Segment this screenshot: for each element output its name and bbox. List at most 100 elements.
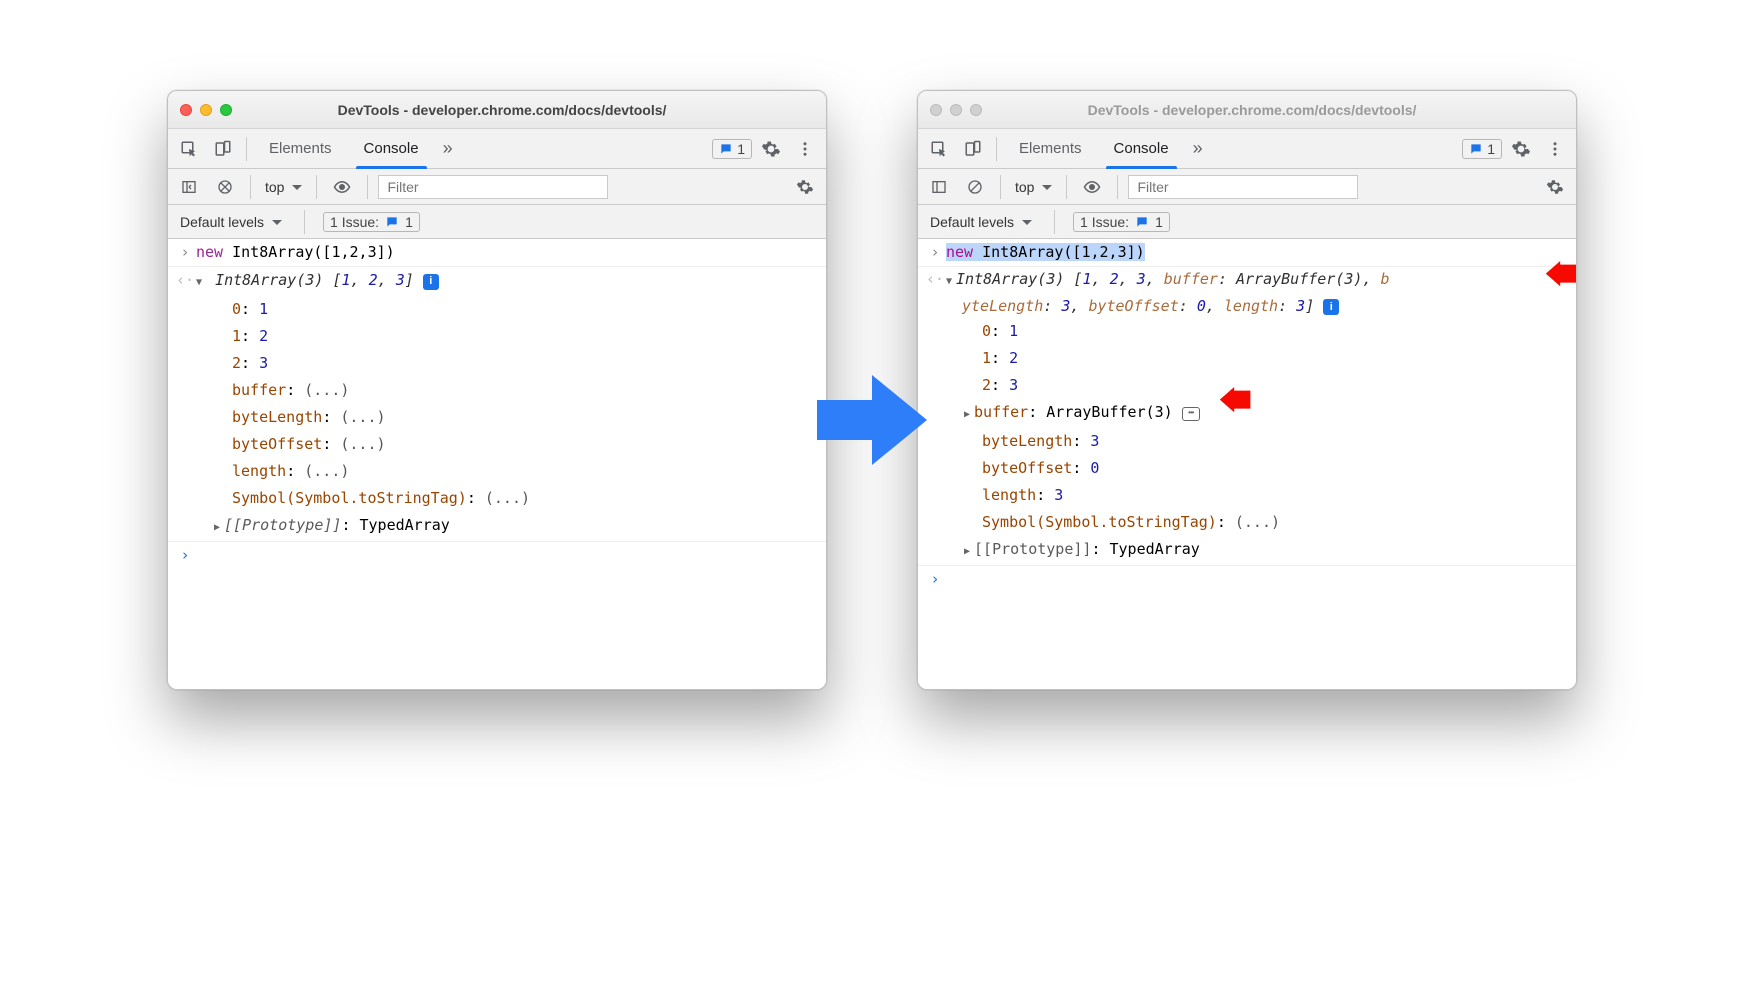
traffic-lights[interactable] — [930, 104, 982, 116]
issues-badge[interactable]: 1 Issue: 1 — [1073, 212, 1170, 232]
inspect-element-icon[interactable] — [924, 136, 954, 162]
messages-count: 1 — [1487, 141, 1495, 157]
prompt-marker-icon: › — [924, 566, 946, 593]
console-output[interactable]: › new Int8Array([1,2,3]) ‹· Int8Array(3)… — [918, 239, 1576, 689]
property-row[interactable]: length: 3 — [918, 482, 1576, 509]
info-badge-icon[interactable]: i — [1323, 299, 1339, 315]
tab-elements[interactable]: Elements — [1005, 129, 1096, 169]
expand-toggle-icon[interactable] — [196, 271, 202, 289]
console-subbar: Default levels 1 Issue: 1 — [918, 205, 1576, 239]
live-expression-icon[interactable] — [1077, 174, 1107, 200]
output-marker-icon: ‹· — [174, 267, 196, 296]
input-marker-icon: › — [174, 239, 196, 266]
info-badge-icon[interactable]: i — [423, 274, 439, 290]
console-input: new Int8Array([1,2,3]) — [196, 239, 820, 266]
kebab-menu-icon[interactable] — [1540, 136, 1570, 162]
messages-count: 1 — [737, 141, 745, 157]
property-row[interactable]: Symbol(Symbol.toStringTag): (...) — [918, 509, 1576, 536]
settings-icon[interactable] — [756, 136, 786, 162]
console-toolbar: top — [168, 169, 826, 205]
console-input-row: › new Int8Array([1,2,3]) — [918, 239, 1576, 267]
output-marker-icon: ‹· — [924, 267, 946, 318]
minimize-window-button[interactable] — [200, 104, 212, 116]
divider — [367, 175, 368, 199]
console-subbar: Default levels 1 Issue: 1 — [168, 205, 826, 239]
live-expression-icon[interactable] — [327, 174, 357, 200]
property-row[interactable]: length: (...) — [168, 458, 826, 485]
log-levels-selector[interactable]: Default levels — [176, 212, 286, 232]
property-row[interactable]: byteOffset: 0 — [918, 455, 1576, 482]
input-marker-icon: › — [924, 239, 946, 266]
annotation-arrow-icon — [1218, 387, 1252, 415]
console-settings-icon[interactable] — [790, 174, 820, 200]
log-levels-selector[interactable]: Default levels — [926, 212, 1036, 232]
tab-console[interactable]: Console — [350, 129, 433, 169]
property-row[interactable]: Symbol(Symbol.toStringTag): (...) — [168, 485, 826, 512]
device-toolbar-icon[interactable] — [958, 136, 988, 162]
console-settings-icon[interactable] — [1540, 174, 1570, 200]
traffic-lights[interactable] — [180, 104, 232, 116]
more-tabs-icon[interactable]: » — [1187, 138, 1209, 159]
console-sidebar-toggle-icon[interactable] — [924, 174, 954, 200]
console-prompt[interactable]: › — [918, 566, 1576, 593]
divider — [304, 210, 305, 234]
clear-console-icon[interactable] — [210, 174, 240, 200]
expand-toggle-icon[interactable] — [946, 270, 952, 288]
tab-console[interactable]: Console — [1100, 129, 1183, 169]
close-window-button[interactable] — [930, 104, 942, 116]
inspect-element-icon[interactable] — [174, 136, 204, 162]
execution-context-selector[interactable]: top — [1011, 177, 1056, 197]
divider — [246, 137, 247, 161]
close-window-button[interactable] — [180, 104, 192, 116]
property-row[interactable]: 1: 2 — [168, 323, 826, 350]
annotation-arrow-icon — [1544, 261, 1577, 289]
expand-toggle-icon[interactable] — [964, 403, 970, 421]
devtools-tabbar: Elements Console » 1 — [168, 129, 826, 169]
window-title: DevTools - developer.chrome.com/docs/dev… — [990, 102, 1514, 118]
settings-icon[interactable] — [1506, 136, 1536, 162]
result-summary: Int8Array(3) [1, 2, 3, buffer: ArrayBuff… — [946, 267, 1570, 318]
execution-context-selector[interactable]: top — [261, 177, 306, 197]
devtools-window-before: DevTools - developer.chrome.com/docs/dev… — [167, 90, 827, 690]
more-tabs-icon[interactable]: » — [437, 138, 459, 159]
property-row[interactable]: byteLength: (...) — [168, 404, 826, 431]
filter-input[interactable] — [1128, 175, 1358, 199]
console-toolbar: top — [918, 169, 1576, 205]
console-sidebar-toggle-icon[interactable] — [174, 174, 204, 200]
divider — [316, 175, 317, 199]
minimize-window-button[interactable] — [950, 104, 962, 116]
property-row[interactable]: byteLength: 3 — [918, 428, 1576, 455]
result-summary: Int8Array(3) [1, 2, 3] i — [196, 267, 820, 296]
prototype-row[interactable]: [[Prototype]]: TypedArray — [918, 536, 1576, 565]
console-result-header[interactable]: ‹· Int8Array(3) [1, 2, 3, buffer: ArrayB… — [918, 267, 1576, 318]
property-row[interactable]: 0: 1 — [918, 318, 1576, 345]
messages-badge[interactable]: 1 — [1462, 139, 1502, 159]
console-output[interactable]: › new Int8Array([1,2,3]) ‹· Int8Array(3)… — [168, 239, 826, 689]
property-row[interactable]: 2: 3 — [168, 350, 826, 377]
prototype-row[interactable]: [[Prototype]]: TypedArray — [168, 512, 826, 541]
transition-arrow-icon — [817, 370, 927, 470]
memory-inspector-icon[interactable] — [1182, 407, 1200, 421]
divider — [996, 137, 997, 161]
messages-badge[interactable]: 1 — [712, 139, 752, 159]
property-row[interactable]: byteOffset: (...) — [168, 431, 826, 458]
property-row[interactable]: buffer: (...) — [168, 377, 826, 404]
expand-toggle-icon[interactable] — [214, 516, 220, 534]
issues-count: 1 — [405, 214, 413, 230]
issues-badge[interactable]: 1 Issue: 1 — [323, 212, 420, 232]
zoom-window-button[interactable] — [220, 104, 232, 116]
property-row[interactable]: 0: 1 — [168, 296, 826, 323]
console-prompt[interactable]: › — [168, 542, 826, 569]
zoom-window-button[interactable] — [970, 104, 982, 116]
expand-toggle-icon[interactable] — [964, 540, 970, 558]
titlebar[interactable]: DevTools - developer.chrome.com/docs/dev… — [168, 91, 826, 129]
console-result-header[interactable]: ‹· Int8Array(3) [1, 2, 3] i — [168, 267, 826, 296]
property-row[interactable]: 1: 2 — [918, 345, 1576, 372]
clear-console-icon[interactable] — [960, 174, 990, 200]
filter-input[interactable] — [378, 175, 608, 199]
window-title: DevTools - developer.chrome.com/docs/dev… — [240, 102, 764, 118]
device-toolbar-icon[interactable] — [208, 136, 238, 162]
tab-elements[interactable]: Elements — [255, 129, 346, 169]
titlebar[interactable]: DevTools - developer.chrome.com/docs/dev… — [918, 91, 1576, 129]
kebab-menu-icon[interactable] — [790, 136, 820, 162]
